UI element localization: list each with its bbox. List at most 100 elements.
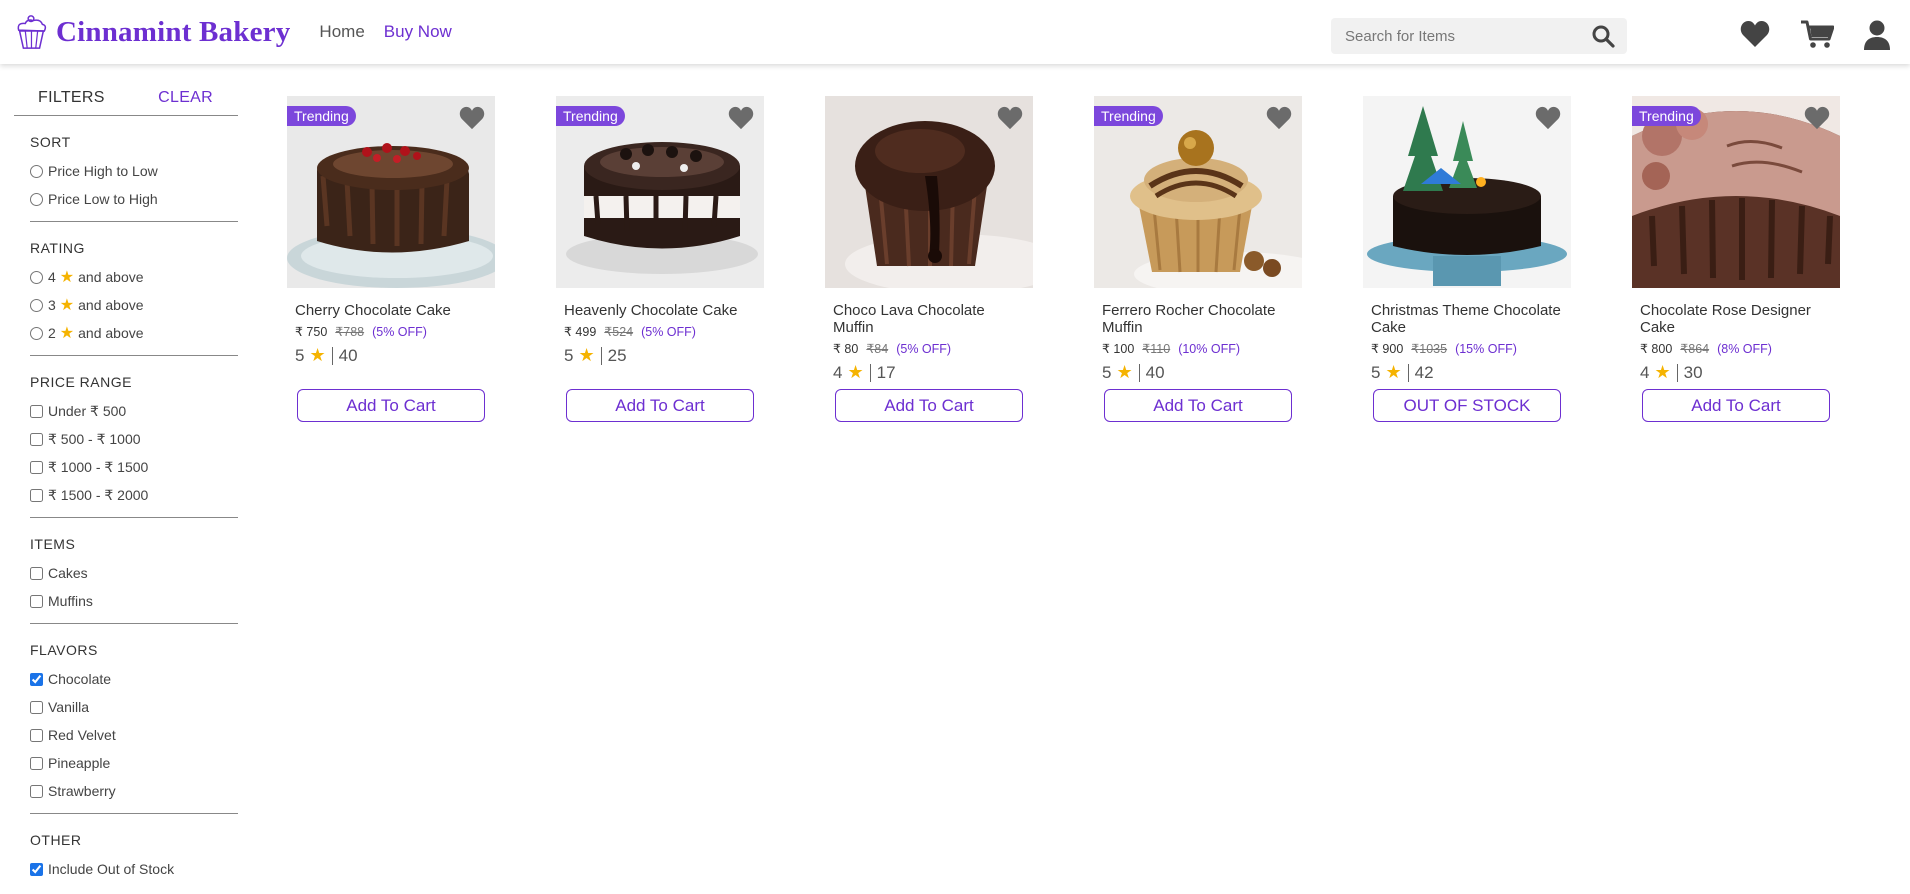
discount-label: (5% OFF) bbox=[641, 324, 696, 339]
wishlist-heart-icon[interactable] bbox=[459, 106, 485, 130]
product-image[interactable]: Trending bbox=[1632, 96, 1840, 288]
rating-radio[interactable] bbox=[30, 298, 43, 312]
product-image[interactable]: Trending bbox=[1094, 96, 1302, 288]
nav-home-link[interactable]: Home bbox=[319, 22, 364, 42]
user-icon[interactable] bbox=[1864, 20, 1890, 50]
product-name[interactable]: Ferrero Rocher Chocolate Muffin bbox=[1102, 302, 1294, 336]
add-to-cart-button[interactable]: Add To Cart bbox=[1104, 389, 1292, 422]
include-out-of-stock-label: Include Out of Stock bbox=[48, 861, 175, 877]
product-name[interactable]: Cherry Chocolate Cake bbox=[295, 302, 487, 319]
filters-title: FILTERS bbox=[38, 88, 105, 106]
product-image[interactable] bbox=[825, 96, 1033, 288]
product-card[interactable]: Trending Chocolate Rose Designer Cake ₹ … bbox=[1632, 96, 1840, 426]
search-input[interactable] bbox=[1331, 27, 1591, 45]
add-to-cart-button[interactable]: Add To Cart bbox=[835, 389, 1023, 422]
flavor-option[interactable]: Strawberry bbox=[30, 777, 238, 805]
price-option[interactable]: Under ₹ 500 bbox=[30, 397, 238, 425]
product-price: ₹ 750 ₹788 (5% OFF) bbox=[295, 324, 487, 340]
include-out-of-stock-option[interactable]: Include Out of Stock bbox=[30, 855, 238, 883]
search-icon[interactable] bbox=[1591, 24, 1615, 48]
flavors-title: FLAVORS bbox=[30, 642, 98, 658]
price-checkbox[interactable] bbox=[30, 460, 43, 474]
item-option[interactable]: Cakes bbox=[30, 559, 238, 587]
rating-radio[interactable] bbox=[30, 270, 43, 284]
sort-option[interactable]: Price Low to High bbox=[30, 185, 238, 213]
nav-buy-now-link[interactable]: Buy Now bbox=[384, 22, 452, 42]
rating-divider bbox=[869, 363, 871, 382]
price-range-section: PRICE RANGE Under ₹ 500 ₹ 500 - ₹ 1000 ₹… bbox=[30, 356, 238, 518]
cupcake-icon bbox=[17, 15, 47, 49]
price-checkbox[interactable] bbox=[30, 488, 43, 502]
product-card[interactable]: Choco Lava Chocolate Muffin ₹ 80 ₹84 (5% O… bbox=[825, 96, 1033, 426]
brand-name: Cinnamint Bakery bbox=[56, 15, 291, 48]
rating-suffix: and above bbox=[78, 297, 144, 313]
flavor-checkbox[interactable] bbox=[30, 728, 43, 742]
flavor-option[interactable]: Red Velvet bbox=[30, 721, 238, 749]
product-name[interactable]: Chocolate Rose Designer Cake bbox=[1640, 302, 1832, 336]
item-checkbox[interactable] bbox=[30, 594, 43, 608]
star-icon: ★ bbox=[578, 345, 595, 365]
product-name[interactable]: Heavenly Chocolate Cake bbox=[564, 302, 756, 319]
wishlist-heart-icon[interactable] bbox=[1535, 106, 1561, 130]
rating-radio[interactable] bbox=[30, 326, 43, 340]
wishlist-heart-icon[interactable] bbox=[1804, 106, 1830, 130]
heart-icon[interactable] bbox=[1740, 20, 1770, 48]
add-to-cart-button[interactable]: Add To Cart bbox=[1642, 389, 1830, 422]
current-price: ₹ 750 bbox=[295, 325, 328, 339]
sort-radio[interactable] bbox=[30, 164, 43, 178]
item-option[interactable]: Muffins bbox=[30, 587, 238, 615]
item-checkbox[interactable] bbox=[30, 566, 43, 580]
wishlist-heart-icon[interactable] bbox=[728, 106, 754, 130]
wishlist-heart-icon[interactable] bbox=[1266, 106, 1292, 130]
star-icon: ★ bbox=[847, 362, 864, 382]
price-checkbox[interactable] bbox=[30, 432, 43, 446]
cart-icon[interactable] bbox=[1801, 20, 1834, 48]
product-image[interactable]: Trending bbox=[287, 96, 495, 288]
rating-value: 5 bbox=[1102, 362, 1112, 382]
discount-label: (5% OFF) bbox=[896, 341, 952, 356]
sort-option[interactable]: Price High to Low bbox=[30, 157, 238, 185]
flavor-checkbox[interactable] bbox=[30, 756, 43, 770]
clear-filters-button[interactable]: CLEAR bbox=[158, 89, 213, 107]
price-option[interactable]: ₹ 1000 - ₹ 1500 bbox=[30, 453, 238, 481]
price-option[interactable]: ₹ 500 - ₹ 1000 bbox=[30, 425, 238, 453]
product-rating: 5 ★ 25 bbox=[564, 345, 756, 366]
wishlist-heart-icon[interactable] bbox=[997, 106, 1023, 130]
rating-option[interactable]: 2 ★ and above bbox=[30, 319, 238, 347]
star-icon: ★ bbox=[1385, 362, 1402, 382]
flavor-checkbox[interactable] bbox=[30, 784, 43, 798]
product-name[interactable]: Choco Lava Chocolate Muffin bbox=[833, 302, 1025, 336]
price-checkbox[interactable] bbox=[30, 404, 43, 418]
flavor-option-label: Chocolate bbox=[48, 671, 112, 687]
flavor-checkbox[interactable] bbox=[30, 700, 43, 714]
product-rating: 5 ★ 40 bbox=[295, 345, 487, 366]
flavor-checkbox[interactable] bbox=[30, 672, 43, 686]
filters-header: FILTERS CLEAR bbox=[14, 80, 238, 116]
original-price: ₹524 bbox=[604, 325, 634, 339]
product-card[interactable]: Trending Ferrero Rocher Chocolate Muffin… bbox=[1094, 96, 1302, 426]
product-name[interactable]: Christmas Theme Chocolate Cake bbox=[1371, 302, 1563, 336]
out-of-stock-button[interactable]: OUT OF STOCK bbox=[1373, 389, 1561, 422]
include-out-of-stock-checkbox[interactable] bbox=[30, 862, 43, 876]
rating-section: RATING 4 ★ and above 3 ★ and above 2 ★ and abo… bbox=[30, 222, 238, 356]
discount-label: (5% OFF) bbox=[372, 324, 427, 339]
product-card[interactable]: Christmas Theme Chocolate Cake ₹ 900 ₹103… bbox=[1363, 96, 1571, 426]
original-price: ₹110 bbox=[1142, 342, 1171, 356]
product-card[interactable]: Trending Heavenly Chocolate Cake ₹ 499 ₹5… bbox=[556, 96, 764, 426]
product-image[interactable]: Trending bbox=[556, 96, 764, 288]
add-to-cart-button[interactable]: Add To Cart bbox=[297, 389, 485, 422]
price-option[interactable]: ₹ 1500 - ₹ 2000 bbox=[30, 481, 238, 509]
rating-option[interactable]: 3 ★ and above bbox=[30, 291, 238, 319]
rating-divider bbox=[1138, 363, 1140, 382]
add-to-cart-button[interactable]: Add To Cart bbox=[566, 389, 754, 422]
flavor-option[interactable]: Pineapple bbox=[30, 749, 238, 777]
brand-logo[interactable]: Cinnamint Bakery bbox=[12, 13, 290, 51]
sort-radio[interactable] bbox=[30, 192, 43, 206]
flavor-option[interactable]: Vanilla bbox=[30, 693, 238, 721]
product-image[interactable] bbox=[1363, 96, 1571, 288]
product-card[interactable]: Trending Cherry Chocolate Cake ₹ 750 ₹788… bbox=[287, 96, 495, 426]
flavor-option-label: Red Velvet bbox=[48, 727, 116, 743]
rating-divider bbox=[331, 346, 333, 365]
rating-option[interactable]: 4 ★ and above bbox=[30, 263, 238, 291]
flavor-option[interactable]: Chocolate bbox=[30, 665, 238, 693]
